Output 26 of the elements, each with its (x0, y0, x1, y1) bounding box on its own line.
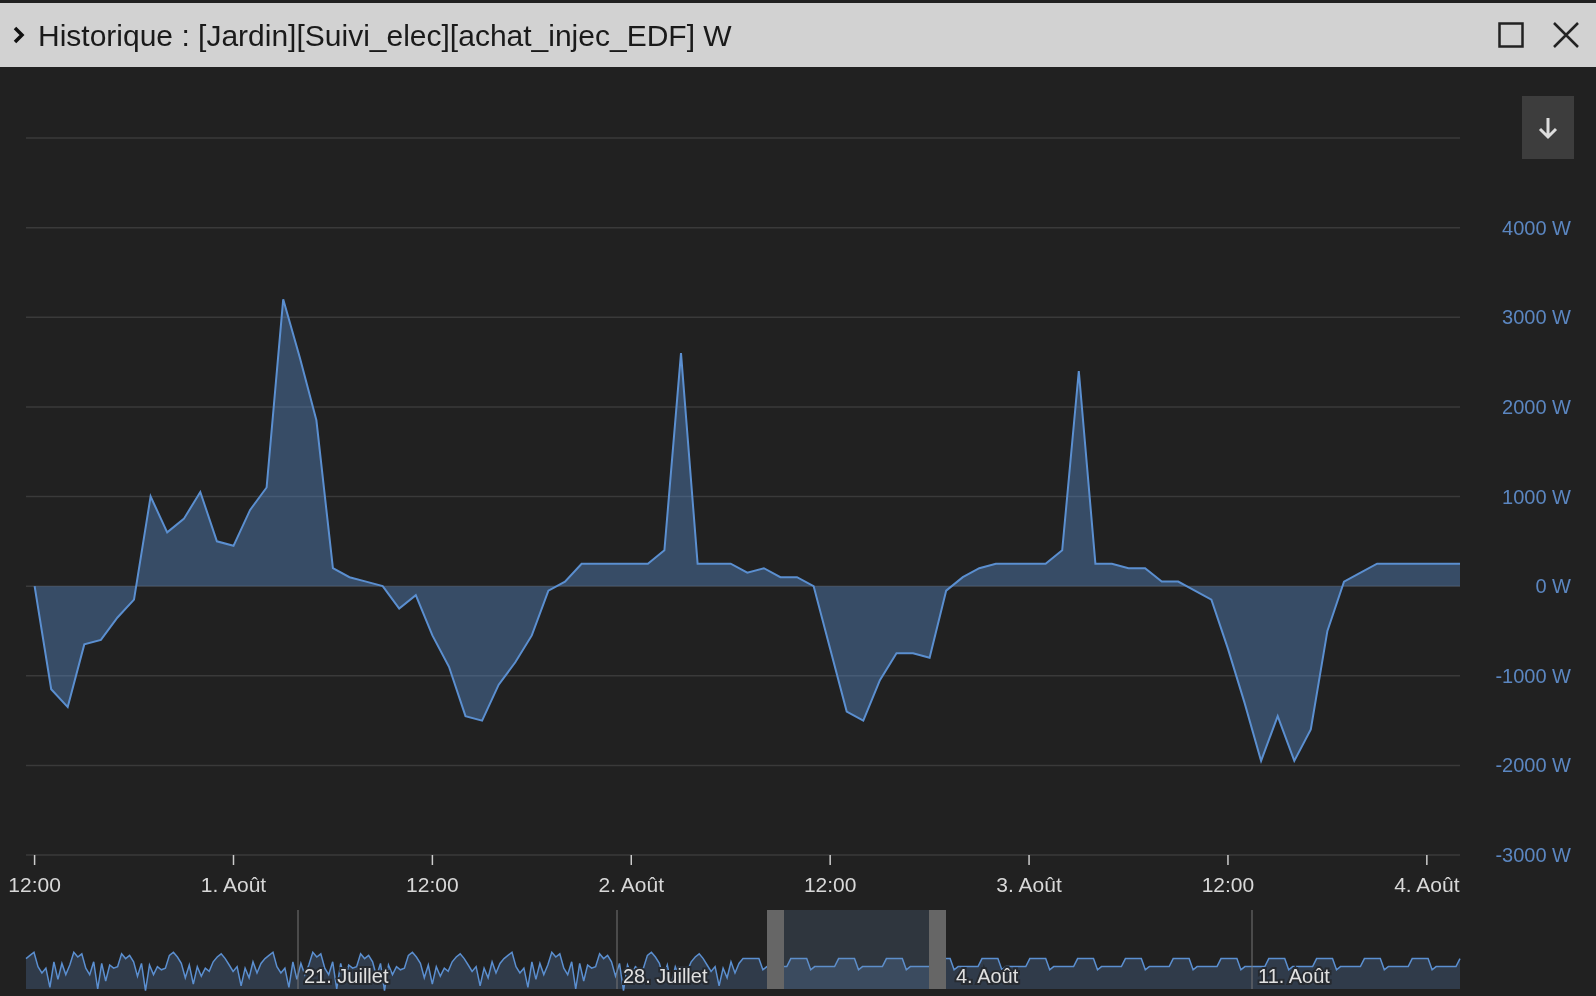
range-handle[interactable] (767, 910, 784, 989)
axis-label: 1. Août (200, 873, 267, 896)
maximize-icon[interactable] (1498, 22, 1524, 48)
axis-label: -2000 W (1495, 754, 1571, 777)
axis-label: 12:00 (8, 873, 61, 896)
axis-label: 12:00 (803, 873, 857, 896)
chevron-icon[interactable] (12, 26, 26, 44)
axis-label: 0 W (1535, 575, 1571, 598)
axis-label: 12:00 (406, 873, 459, 896)
window-title: Historique : [Jardin][Suivi_elec][achat_injec_EDF] W (38, 17, 733, 54)
navigator-label: 4. Août (956, 965, 1019, 987)
axis-label: 2000 W (1502, 395, 1571, 418)
axis-label: 1000 W (1502, 485, 1571, 508)
axis-label: -3000 W (1495, 844, 1571, 866)
range-handle[interactable] (929, 910, 946, 989)
axis-label: 2. Août (598, 873, 664, 896)
axis-label: 4. Août (1394, 873, 1460, 896)
axis-label: -1000 W (1495, 664, 1571, 687)
axis-label: 3000 W (1502, 306, 1571, 329)
navigator-label: 11. Août (1258, 965, 1330, 987)
axis-label: 3. Août (996, 873, 1062, 896)
axis-label: 12:00 (1201, 873, 1255, 896)
axis-label: 4000 W (1502, 216, 1571, 239)
download-button[interactable] (1522, 96, 1574, 159)
close-icon[interactable] (1552, 21, 1580, 49)
down-arrow-icon (1537, 115, 1559, 140)
